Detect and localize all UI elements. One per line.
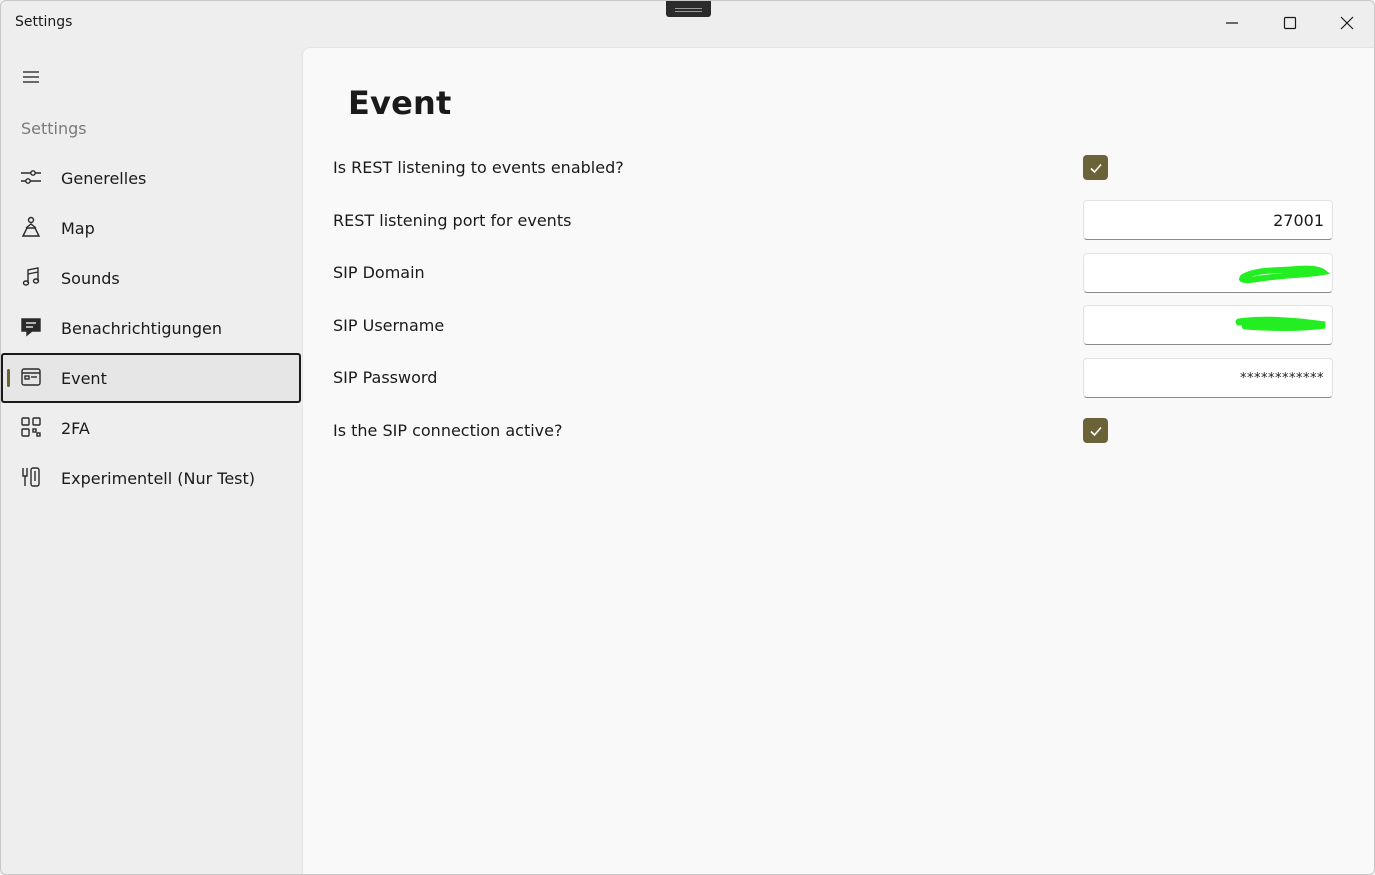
qr-code-icon: [20, 416, 42, 438]
sip-domain-label: SIP Domain: [333, 263, 425, 282]
calendar-event-icon: [20, 366, 42, 388]
close-button[interactable]: [1318, 1, 1374, 45]
nav-item-benachrichtigungen[interactable]: Benachrichtigungen: [1, 303, 301, 353]
nav-item-sounds[interactable]: Sounds: [1, 253, 301, 303]
nav-item-event[interactable]: Event: [1, 353, 301, 403]
drag-handle[interactable]: [666, 1, 711, 17]
map-person-icon: [20, 216, 42, 238]
rest-port-input[interactable]: [1083, 200, 1333, 240]
nav-item-label: Event: [61, 368, 107, 388]
sip-domain-input[interactable]: [1083, 253, 1333, 293]
nav-item-experimentell[interactable]: Experimentell (Nur Test): [1, 453, 301, 503]
sip-connection-active-label: Is the SIP connection active?: [333, 421, 563, 440]
navigation-pane: Settings Generelles Map Sounds Benachric…: [1, 45, 301, 874]
rest-listening-enabled-label: Is REST listening to events enabled?: [333, 158, 624, 177]
sip-password-input[interactable]: [1083, 358, 1333, 398]
sliders-icon: [20, 166, 42, 188]
music-note-icon: [20, 266, 42, 288]
content-area: Event Is REST listening to events enable…: [302, 47, 1374, 874]
nav-item-label: Benachrichtigungen: [61, 318, 222, 338]
title-bar[interactable]: Settings: [1, 1, 1374, 45]
menu-toggle-button[interactable]: [13, 61, 49, 93]
page-title: Event: [348, 84, 452, 122]
maximize-button[interactable]: [1261, 1, 1319, 45]
nav-item-label: 2FA: [61, 418, 90, 438]
message-icon: [20, 316, 42, 338]
rest-listening-enabled-checkbox[interactable]: [1083, 155, 1108, 180]
sip-username-input[interactable]: [1083, 305, 1333, 345]
nav-header: Settings: [21, 119, 87, 138]
nav-list: Generelles Map Sounds Benachrichtigungen…: [1, 153, 301, 503]
nav-item-label: Generelles: [61, 168, 147, 188]
experiment-icon: [20, 466, 42, 488]
sip-connection-active-checkbox[interactable]: [1083, 418, 1108, 443]
nav-item-label: Map: [61, 218, 95, 238]
nav-item-generelles[interactable]: Generelles: [1, 153, 301, 203]
checkmark-icon: [1089, 163, 1102, 173]
nav-item-label: Experimentell (Nur Test): [61, 468, 256, 488]
selection-indicator: [7, 369, 10, 387]
sip-username-label: SIP Username: [333, 316, 445, 335]
hamburger-icon: [23, 71, 39, 83]
rest-port-label: REST listening port for events: [333, 211, 572, 230]
minimize-button[interactable]: [1203, 1, 1261, 45]
close-icon: [1340, 16, 1354, 30]
minimize-icon: [1226, 22, 1238, 24]
nav-item-label: Sounds: [61, 268, 120, 288]
checkmark-icon: [1089, 426, 1102, 436]
window-title: Settings: [15, 14, 73, 30]
sip-password-label: SIP Password: [333, 368, 438, 387]
nav-item-map[interactable]: Map: [1, 203, 301, 253]
nav-item-2fa[interactable]: 2FA: [1, 403, 301, 453]
maximize-icon: [1283, 16, 1297, 30]
settings-window: Settings Settings Generelles Map Sounds …: [0, 0, 1375, 875]
